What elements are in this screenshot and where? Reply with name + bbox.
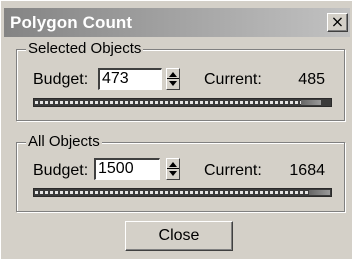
all-current-label: Current: (204, 162, 262, 179)
all-current-value: 1684 (289, 162, 325, 179)
close-icon[interactable]: × (327, 13, 348, 32)
spinner-up-arrow-icon[interactable] (169, 72, 177, 77)
selected-usage-bar-tail (301, 100, 321, 105)
all-usage-bar-tail (309, 190, 330, 195)
polygon-count-dialog: Polygon Count × Selected Objects Budget:… (0, 0, 352, 259)
all-usage-bar-fill (35, 191, 309, 194)
selected-objects-legend: Selected Objects (26, 40, 144, 57)
all-budget-label: Budget: (33, 162, 89, 179)
selected-budget-label: Budget: (33, 71, 89, 88)
selected-current-label: Current: (204, 71, 262, 88)
spinner-up-arrow-icon[interactable] (169, 162, 177, 167)
all-usage-bar (33, 188, 332, 197)
selected-budget-spinner[interactable] (166, 68, 180, 90)
all-objects-legend: All Objects (26, 133, 102, 150)
selected-usage-bar-fill (35, 101, 301, 104)
title-bar[interactable]: Polygon Count × (4, 8, 350, 37)
spinner-down-arrow-icon[interactable] (169, 171, 177, 176)
spinner-down-arrow-icon[interactable] (169, 81, 177, 86)
selected-budget-input[interactable]: 473 (98, 68, 162, 90)
all-budget-spinner[interactable] (166, 158, 180, 180)
close-button[interactable]: Close (125, 221, 233, 251)
all-budget-input[interactable]: 1500 (94, 158, 160, 180)
selected-usage-bar (33, 98, 332, 107)
selected-current-value: 485 (298, 71, 325, 88)
window-title: Polygon Count (10, 13, 133, 32)
